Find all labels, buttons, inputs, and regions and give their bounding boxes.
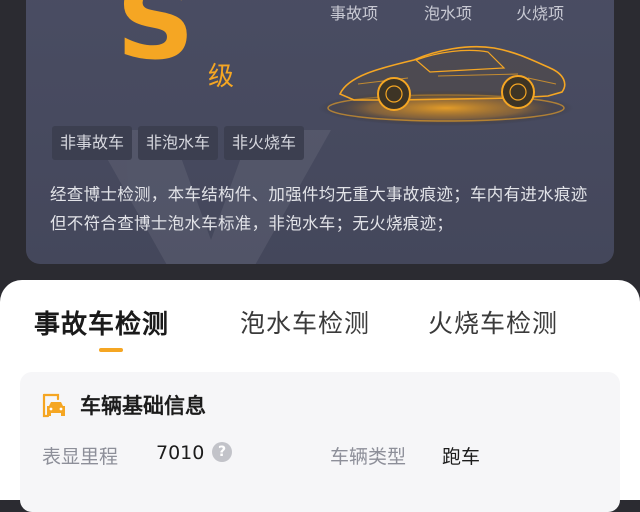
tab-flood-check[interactable]: 泡水车检测	[240, 304, 370, 340]
tag-non-fire: 非火烧车	[224, 126, 305, 160]
tab-accident-check[interactable]: 事故车检测	[34, 304, 169, 341]
mileage-value: 7010	[156, 442, 205, 464]
question-icon[interactable]: ?	[212, 442, 232, 462]
active-tab-indicator	[99, 348, 123, 352]
detail-panel: 事故车检测 泡水车检测 火烧车检测 车辆基础信息 表显里程 7010 ? 车辆类…	[0, 280, 640, 512]
check-item-accident: 事故项	[330, 4, 379, 23]
inspection-description: 经查博士检测，本车结构件、加强件均无重大事故痕迹；车内有进水痕迹但不符合查博士泡…	[50, 185, 588, 233]
sports-car-illustration-icon	[318, 45, 574, 126]
vehicle-type-label: 车辆类型	[330, 446, 407, 468]
grade-letter: S	[116, 0, 195, 83]
grade-suffix: 级	[208, 62, 235, 92]
tab-fire-check[interactable]: 火烧车检测	[428, 304, 558, 340]
vehicle-info-title: 车辆基础信息	[80, 394, 206, 418]
tag-non-flood: 非泡水车	[138, 126, 219, 160]
check-item-flood: 泡水项	[424, 4, 473, 23]
inspection-summary-card: S 级 事故项 泡水项 火烧项 非事故车 非泡水车 非火烧车 经查博士检测，本车…	[26, 0, 614, 264]
vehicle-type-value: 跑车	[442, 446, 481, 468]
mileage-label: 表显里程	[42, 446, 119, 468]
check-item-fire: 火烧项	[516, 4, 565, 23]
car-document-icon	[42, 393, 65, 418]
tag-non-accident: 非事故车	[52, 126, 133, 160]
vehicle-info-card: 车辆基础信息 表显里程 7010 ? 车辆类型 跑车	[20, 372, 620, 512]
